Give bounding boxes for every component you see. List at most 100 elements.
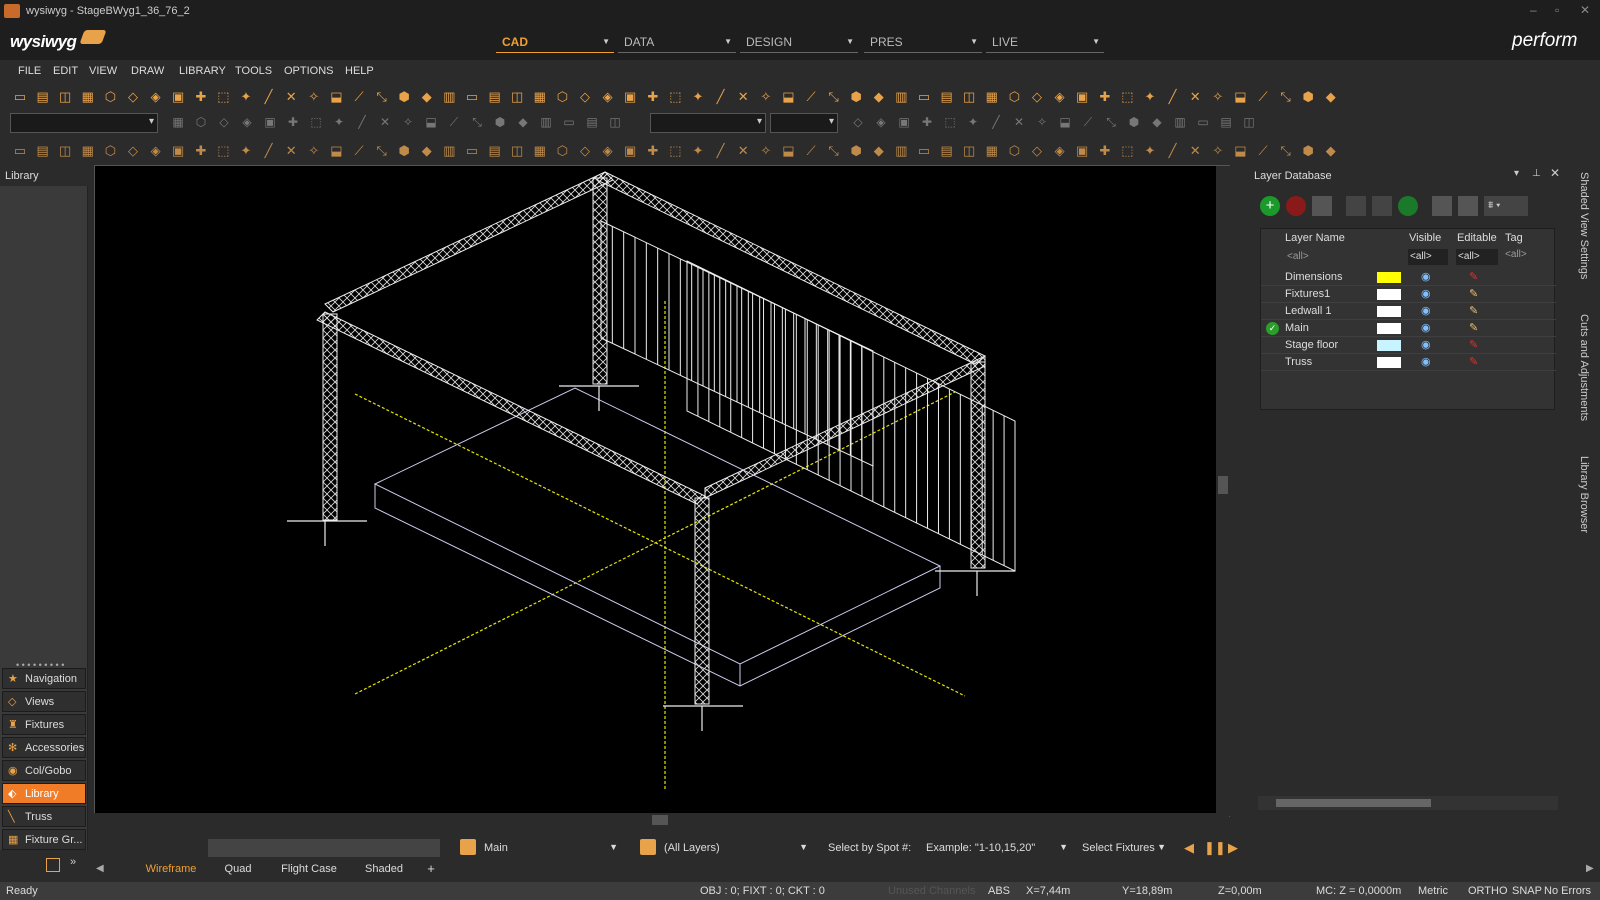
mode-data[interactable]: DATA ▼ [618, 33, 736, 53]
toolbar-tool-icon[interactable]: ◈ [1052, 89, 1068, 105]
toolbar-tool-icon[interactable]: ▭ [12, 89, 28, 105]
toolbar-tool-icon[interactable]: ✚ [1097, 89, 1113, 105]
layer-stack-icon[interactable] [1432, 196, 1452, 216]
font-dropdown[interactable] [650, 113, 766, 133]
settings-icon[interactable] [1346, 196, 1366, 216]
toolbar-tool-icon[interactable]: ▥ [538, 115, 554, 131]
toolbar-tool-icon[interactable]: ▥ [441, 89, 457, 105]
toolbar-tool-icon[interactable]: ◇ [577, 143, 593, 159]
col-layer-name[interactable]: Layer Name [1285, 232, 1345, 244]
toolbar-tool-icon[interactable]: ◆ [871, 89, 887, 105]
layer-row[interactable]: ✓ Main ◉ ✎ [1261, 320, 1556, 337]
toolbar-tool-icon[interactable]: ✦ [1142, 89, 1158, 105]
maximize-icon[interactable]: ▫ [1555, 3, 1559, 17]
layer-row[interactable]: Truss ◉ ✎ [1261, 354, 1556, 371]
toolbar-tool-icon[interactable]: ✚ [645, 143, 661, 159]
layer-color-swatch[interactable] [1377, 357, 1401, 368]
toolbar-tool-icon[interactable]: ▣ [1074, 89, 1090, 105]
toolbar-tool-icon[interactable]: ▭ [464, 143, 480, 159]
toolbar-tool-icon[interactable]: ◇ [125, 89, 141, 105]
toolbar-tool-icon[interactable]: ◫ [509, 89, 525, 105]
toolbar-tool-icon[interactable]: ✦ [690, 143, 706, 159]
toolbar-tool-icon[interactable]: ◈ [873, 115, 889, 131]
toolbar-tool-icon[interactable]: ⬡ [554, 143, 570, 159]
toolbar-tool-icon[interactable]: ✧ [1210, 89, 1226, 105]
toolbar-tool-icon[interactable]: ✕ [377, 115, 393, 131]
tabs-left-icon[interactable]: ◀ [96, 863, 104, 874]
properties-icon[interactable] [1372, 196, 1392, 216]
cad-viewport[interactable] [94, 165, 1230, 817]
layer-color-swatch[interactable] [1377, 272, 1401, 283]
editable-pencil-icon[interactable]: ✎ [1469, 321, 1478, 334]
toolbar-tool-icon[interactable]: ▤ [487, 89, 503, 105]
tab-wireframe[interactable]: Wireframe [134, 863, 208, 875]
toolbar-tool-icon[interactable]: ◫ [1241, 115, 1257, 131]
layer-color-swatch[interactable] [1377, 340, 1401, 351]
layer-row[interactable]: Fixtures1 ◉ ✎ [1261, 286, 1556, 303]
nav-library[interactable]: ⬖ Library [2, 783, 86, 804]
vertical-scroll-thumb[interactable] [1218, 476, 1228, 494]
minimize-icon[interactable]: – [1530, 3, 1537, 17]
close-icon[interactable]: ✕ [1580, 3, 1590, 17]
toolbar-tool-icon[interactable]: ╱ [1165, 143, 1181, 159]
nav-fixtures[interactable]: ♜ Fixtures [2, 714, 86, 735]
col-tag[interactable]: Tag [1505, 232, 1523, 244]
pin-icon[interactable]: ⊥ [1532, 168, 1541, 179]
mode-live[interactable]: LIVE ▼ [986, 33, 1104, 53]
toolbar-tool-icon[interactable]: ▭ [916, 143, 932, 159]
toolbar-tool-icon[interactable]: ◫ [57, 143, 73, 159]
filter-visible-select[interactable]: <all> [1408, 249, 1448, 265]
toolbar-tool-icon[interactable]: ⬓ [1057, 115, 1073, 131]
viewport-horizontal-scrollbar[interactable] [94, 813, 1229, 827]
toolbar-tool-icon[interactable]: ⬚ [1119, 89, 1135, 105]
toolbar-tool-icon[interactable]: ▭ [561, 115, 577, 131]
toolbar-tool-icon[interactable]: ◆ [1149, 115, 1165, 131]
visible-eye-icon[interactable]: ◉ [1421, 287, 1431, 300]
toolbar-tool-icon[interactable]: ▦ [984, 89, 1000, 105]
toolbar-tool-icon[interactable]: ⤡ [1278, 89, 1294, 105]
toolbar-tool-icon[interactable]: ✕ [1187, 89, 1203, 105]
toolbar-tool-icon[interactable]: ⬓ [328, 143, 344, 159]
toolbar-tool-icon[interactable]: ◆ [419, 89, 435, 105]
filter-editable-select[interactable]: <all> [1456, 249, 1498, 265]
menu-edit[interactable]: EDIT [53, 65, 78, 77]
toolbar-tool-icon[interactable]: ⬓ [1232, 89, 1248, 105]
menu-options[interactable]: OPTIONS [284, 65, 334, 77]
toolbar-tool-icon[interactable]: ✕ [283, 89, 299, 105]
filter-icon[interactable]: ⩩ ▾ [1484, 196, 1528, 216]
toolbar-tool-icon[interactable]: ⬚ [667, 89, 683, 105]
col-editable[interactable]: Editable [1457, 232, 1497, 244]
toolbar-tool-icon[interactable]: ▥ [441, 143, 457, 159]
toolbar-tool-icon[interactable]: ▦ [170, 115, 186, 131]
toolbar-tool-icon[interactable]: ◫ [509, 143, 525, 159]
layer-row[interactable]: Dimensions ◉ ✎ [1261, 269, 1556, 286]
toolbar-tool-icon[interactable]: ⬚ [308, 115, 324, 131]
toolbar-tool-icon[interactable]: ╱ [988, 115, 1004, 131]
toolbar-tool-icon[interactable]: ⟋ [351, 89, 367, 105]
toolbar-tool-icon[interactable]: ▥ [1172, 115, 1188, 131]
toolbar-tool-icon[interactable]: ⬚ [215, 143, 231, 159]
layer-color-swatch[interactable] [1377, 289, 1401, 300]
toolbar-tool-icon[interactable]: ⤡ [469, 115, 485, 131]
toolbar-tool-icon[interactable]: ⟋ [1080, 115, 1096, 131]
toolbar-tool-icon[interactable]: ╱ [261, 143, 277, 159]
toolbar-tool-icon[interactable]: ✧ [306, 89, 322, 105]
toolbar-tool-icon[interactable]: ⬡ [193, 115, 209, 131]
check-icon[interactable] [1398, 196, 1418, 216]
visible-eye-icon[interactable]: ◉ [1421, 321, 1431, 334]
toolbar-tool-icon[interactable]: ⟋ [1255, 89, 1271, 105]
mode-design[interactable]: DESIGN ▼ [740, 33, 858, 53]
toolbar-tool-icon[interactable]: ✧ [758, 89, 774, 105]
toolbar-tool-icon[interactable]: ◇ [216, 115, 232, 131]
locked-pencil-icon[interactable]: ✎ [1469, 270, 1478, 283]
toolbar-tool-icon[interactable]: ╱ [713, 89, 729, 105]
toolbar-tool-icon[interactable]: ▤ [939, 89, 955, 105]
tab-shaded-view-settings[interactable]: Shaded View Settings [1578, 172, 1590, 279]
toolbar-tool-icon[interactable]: ⬢ [1126, 115, 1142, 131]
toolbar-tool-icon[interactable]: ✧ [758, 143, 774, 159]
toolbar-tool-icon[interactable]: ▤ [487, 143, 503, 159]
toolbar-tool-icon[interactable]: ▦ [80, 143, 96, 159]
toolbar-tool-icon[interactable]: ▣ [170, 89, 186, 105]
mode-cad[interactable]: CAD ▼ [496, 33, 614, 53]
toolbar-tool-icon[interactable]: ✚ [193, 89, 209, 105]
